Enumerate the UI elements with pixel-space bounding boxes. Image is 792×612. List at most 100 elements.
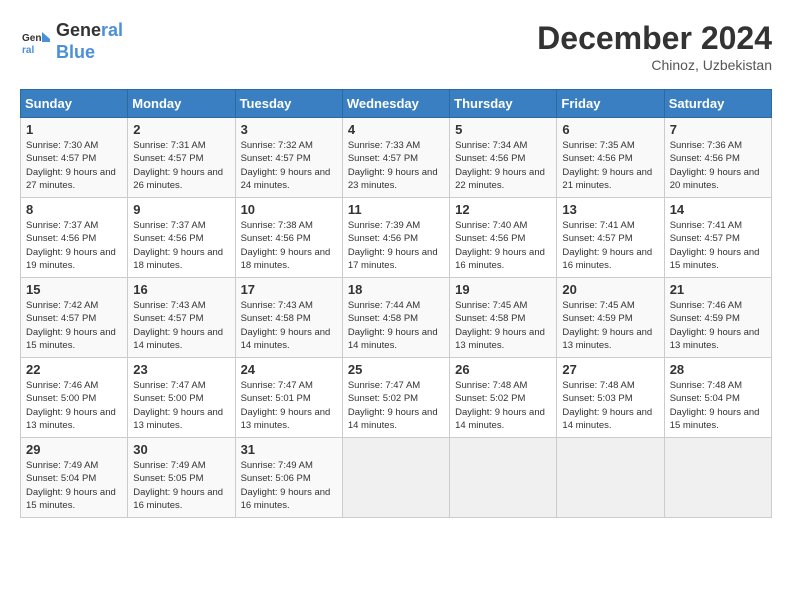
calendar-cell: 19 Sunrise: 7:45 AMSunset: 4:58 PMDayligh…: [450, 278, 557, 358]
day-number: 27: [562, 362, 658, 377]
day-detail: Sunrise: 7:43 AMSunset: 4:57 PMDaylight:…: [133, 299, 229, 352]
calendar-cell: 29Sunrise: 7:49 AMSunset: 5:04 PMDayligh…: [21, 438, 128, 518]
weekday-sunday: Sunday: [21, 90, 128, 118]
day-detail: Sunrise: 7:30 AMSunset: 4:57 PMDaylight:…: [26, 139, 122, 192]
day-number: 28: [670, 362, 766, 377]
day-number: 24: [241, 362, 337, 377]
day-number: 11: [348, 202, 444, 217]
day-detail: Sunrise: 7:47 AMSunset: 5:02 PMDaylight:…: [348, 379, 444, 432]
calendar-cell: 7 Sunrise: 7:36 AMSunset: 4:56 PMDaylight…: [664, 118, 771, 198]
calendar-week-4: 22Sunrise: 7:46 AMSunset: 5:00 PMDayligh…: [21, 358, 772, 438]
calendar-cell: 17Sunrise: 7:43 AMSunset: 4:58 PMDayligh…: [235, 278, 342, 358]
day-number: 12: [455, 202, 551, 217]
calendar-week-1: 1 Sunrise: 7:30 AMSunset: 4:57 PMDaylight…: [21, 118, 772, 198]
svg-text:ral: ral: [22, 45, 34, 56]
weekday-friday: Friday: [557, 90, 664, 118]
day-number: 1: [26, 122, 122, 137]
calendar-cell: 15 Sunrise: 7:42 AMSunset: 4:57 PMDayligh…: [21, 278, 128, 358]
weekday-tuesday: Tuesday: [235, 90, 342, 118]
day-detail: Sunrise: 7:37 AMSunset: 4:56 PMDaylight:…: [133, 219, 229, 272]
calendar-cell: 28Sunrise: 7:48 AMSunset: 5:04 PMDayligh…: [664, 358, 771, 438]
day-detail: Sunrise: 7:42 AMSunset: 4:57 PMDaylight:…: [26, 299, 122, 352]
calendar-cell: 24 Sunrise: 7:47 AMSunset: 5:01 PMDayligh…: [235, 358, 342, 438]
weekday-saturday: Saturday: [664, 90, 771, 118]
day-detail: Sunrise: 7:45 AMSunset: 4:58 PMDaylight:…: [455, 299, 551, 352]
day-detail: Sunrise: 7:48 AMSunset: 5:03 PMDaylight:…: [562, 379, 658, 432]
calendar-cell: 12 Sunrise: 7:40 AMSunset: 4:56 PMDayligh…: [450, 198, 557, 278]
day-detail: Sunrise: 7:37 AMSunset: 4:56 PMDaylight:…: [26, 219, 122, 272]
day-number: 9: [133, 202, 229, 217]
day-number: 17: [241, 282, 337, 297]
calendar-cell: 23 Sunrise: 7:47 AMSunset: 5:00 PMDayligh…: [128, 358, 235, 438]
calendar-cell: [664, 438, 771, 518]
title-block: December 2024 Chinoz, Uzbekistan: [537, 20, 772, 73]
day-detail: Sunrise: 7:49 AMSunset: 5:06 PMDaylight:…: [241, 459, 337, 512]
day-number: 18: [348, 282, 444, 297]
calendar-cell: 5Sunrise: 7:34 AMSunset: 4:56 PMDaylight…: [450, 118, 557, 198]
day-number: 25: [348, 362, 444, 377]
day-number: 19: [455, 282, 551, 297]
calendar-cell: 30 Sunrise: 7:49 AMSunset: 5:05 PMDayligh…: [128, 438, 235, 518]
calendar-body: 1 Sunrise: 7:30 AMSunset: 4:57 PMDaylight…: [21, 118, 772, 518]
day-number: 21: [670, 282, 766, 297]
day-detail: Sunrise: 7:41 AMSunset: 4:57 PMDaylight:…: [562, 219, 658, 272]
day-number: 16: [133, 282, 229, 297]
day-detail: Sunrise: 7:34 AMSunset: 4:56 PMDaylight:…: [455, 139, 551, 192]
day-number: 23: [133, 362, 229, 377]
logo-icon: Gene ral: [20, 27, 50, 57]
day-detail: Sunrise: 7:32 AMSunset: 4:57 PMDaylight:…: [241, 139, 337, 192]
page-header: Gene ral GeneralBlue December 2024 Chino…: [20, 20, 772, 73]
day-number: 6: [562, 122, 658, 137]
location-subtitle: Chinoz, Uzbekistan: [537, 57, 772, 73]
calendar-cell: 26 Sunrise: 7:48 AMSunset: 5:02 PMDayligh…: [450, 358, 557, 438]
weekday-monday: Monday: [128, 90, 235, 118]
calendar-cell: 22Sunrise: 7:46 AMSunset: 5:00 PMDayligh…: [21, 358, 128, 438]
day-detail: Sunrise: 7:36 AMSunset: 4:56 PMDaylight:…: [670, 139, 766, 192]
day-number: 29: [26, 442, 122, 457]
calendar-cell: 2 Sunrise: 7:31 AMSunset: 4:57 PMDaylight…: [128, 118, 235, 198]
day-number: 10: [241, 202, 337, 217]
day-detail: Sunrise: 7:41 AMSunset: 4:57 PMDaylight:…: [670, 219, 766, 272]
calendar-cell: 31 Sunrise: 7:49 AMSunset: 5:06 PMDayligh…: [235, 438, 342, 518]
day-detail: Sunrise: 7:33 AMSunset: 4:57 PMDaylight:…: [348, 139, 444, 192]
day-detail: Sunrise: 7:39 AMSunset: 4:56 PMDaylight:…: [348, 219, 444, 272]
day-number: 15: [26, 282, 122, 297]
day-detail: Sunrise: 7:49 AMSunset: 5:05 PMDaylight:…: [133, 459, 229, 512]
day-number: 31: [241, 442, 337, 457]
calendar-cell: 1 Sunrise: 7:30 AMSunset: 4:57 PMDaylight…: [21, 118, 128, 198]
calendar-cell: 9 Sunrise: 7:37 AMSunset: 4:56 PMDaylight…: [128, 198, 235, 278]
logo: Gene ral GeneralBlue: [20, 20, 123, 63]
day-number: 30: [133, 442, 229, 457]
logo-text: GeneralBlue: [56, 20, 123, 63]
day-number: 3: [241, 122, 337, 137]
calendar-week-3: 15 Sunrise: 7:42 AMSunset: 4:57 PMDayligh…: [21, 278, 772, 358]
calendar-cell: 27 Sunrise: 7:48 AMSunset: 5:03 PMDayligh…: [557, 358, 664, 438]
calendar-cell: 21Sunrise: 7:46 AMSunset: 4:59 PMDayligh…: [664, 278, 771, 358]
day-number: 2: [133, 122, 229, 137]
calendar-cell: [450, 438, 557, 518]
calendar-cell: 25 Sunrise: 7:47 AMSunset: 5:02 PMDayligh…: [342, 358, 449, 438]
calendar-cell: 16 Sunrise: 7:43 AMSunset: 4:57 PMDayligh…: [128, 278, 235, 358]
calendar-cell: 13Sunrise: 7:41 AMSunset: 4:57 PMDayligh…: [557, 198, 664, 278]
calendar-table: SundayMondayTuesdayWednesdayThursdayFrid…: [20, 89, 772, 518]
day-detail: Sunrise: 7:47 AMSunset: 5:01 PMDaylight:…: [241, 379, 337, 432]
calendar-week-2: 8 Sunrise: 7:37 AMSunset: 4:56 PMDaylight…: [21, 198, 772, 278]
weekday-wednesday: Wednesday: [342, 90, 449, 118]
weekday-thursday: Thursday: [450, 90, 557, 118]
day-detail: Sunrise: 7:44 AMSunset: 4:58 PMDaylight:…: [348, 299, 444, 352]
day-number: 20: [562, 282, 658, 297]
day-detail: Sunrise: 7:48 AMSunset: 5:02 PMDaylight:…: [455, 379, 551, 432]
day-number: 8: [26, 202, 122, 217]
day-detail: Sunrise: 7:47 AMSunset: 5:00 PMDaylight:…: [133, 379, 229, 432]
day-number: 26: [455, 362, 551, 377]
day-number: 7: [670, 122, 766, 137]
calendar-cell: 10Sunrise: 7:38 AMSunset: 4:56 PMDayligh…: [235, 198, 342, 278]
day-number: 22: [26, 362, 122, 377]
month-title: December 2024: [537, 20, 772, 57]
day-detail: Sunrise: 7:45 AMSunset: 4:59 PMDaylight:…: [562, 299, 658, 352]
day-detail: Sunrise: 7:40 AMSunset: 4:56 PMDaylight:…: [455, 219, 551, 272]
calendar-week-5: 29Sunrise: 7:49 AMSunset: 5:04 PMDayligh…: [21, 438, 772, 518]
weekday-header-row: SundayMondayTuesdayWednesdayThursdayFrid…: [21, 90, 772, 118]
day-detail: Sunrise: 7:31 AMSunset: 4:57 PMDaylight:…: [133, 139, 229, 192]
day-detail: Sunrise: 7:35 AMSunset: 4:56 PMDaylight:…: [562, 139, 658, 192]
